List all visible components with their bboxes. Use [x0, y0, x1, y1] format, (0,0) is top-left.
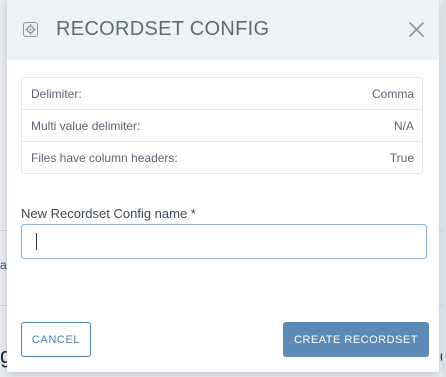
- recordset-summary-table: Delimiter: Comma Multi value delimiter: …: [21, 77, 423, 174]
- summary-row: Delimiter: Comma: [22, 78, 422, 109]
- summary-value: True: [389, 150, 414, 165]
- background-text: a: [0, 258, 7, 272]
- modal-title: RECORDSET CONFIG: [56, 18, 270, 40]
- create-recordset-button[interactable]: CREATE RECORDSET: [283, 322, 429, 357]
- summary-row: Files have column headers: True: [22, 141, 422, 173]
- close-icon[interactable]: [408, 21, 425, 38]
- summary-value: N/A: [393, 118, 414, 133]
- summary-row: Multi value delimiter: N/A: [22, 109, 422, 141]
- gear-icon: [23, 22, 38, 37]
- config-name-label: New Recordset Config name *: [21, 206, 196, 221]
- cancel-button[interactable]: CANCEL: [21, 322, 91, 357]
- recordset-config-modal: RECORDSET CONFIG Delimiter: Comma Multi …: [7, 0, 439, 372]
- summary-label: Files have column headers:: [31, 150, 178, 165]
- text-caret: [36, 233, 37, 250]
- summary-value: Comma: [371, 86, 414, 101]
- summary-label: Multi value delimiter:: [31, 118, 141, 133]
- modal-header: RECORDSET CONFIG: [7, 0, 439, 60]
- background-strip: [442, 0, 446, 377]
- config-name-input[interactable]: [21, 224, 427, 259]
- summary-label: Delimiter:: [31, 86, 82, 101]
